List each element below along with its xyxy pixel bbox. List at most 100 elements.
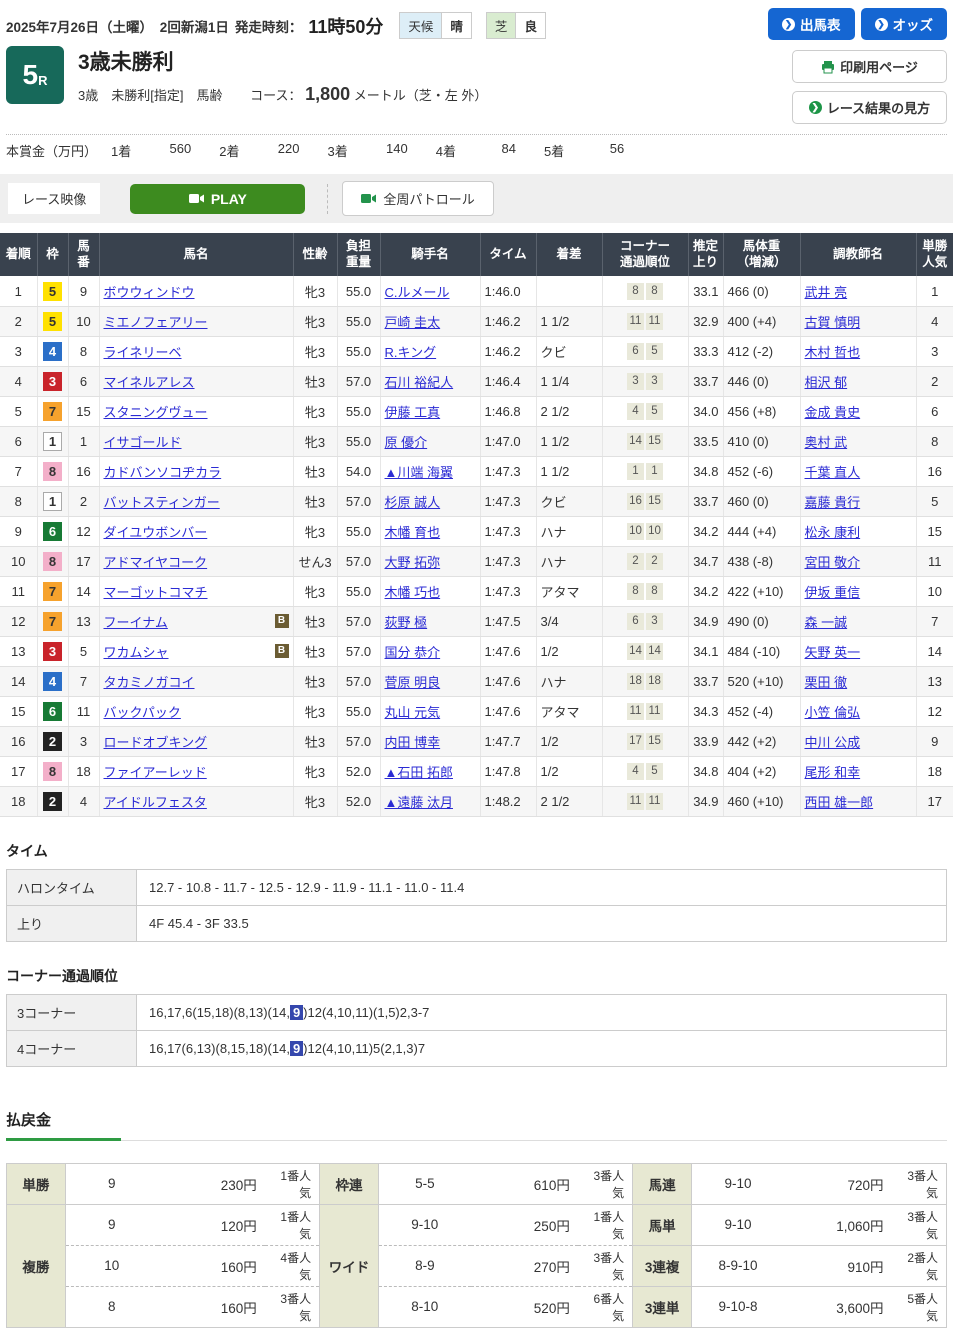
patrol-video-button[interactable]: 全周パトロール <box>342 181 494 216</box>
print-page-button[interactable]: 印刷用ページ <box>792 50 947 83</box>
horse-name-link[interactable]: マーゴットコマチ <box>104 585 208 600</box>
payout-type-label: 単勝 <box>6 1162 66 1205</box>
jockey-link[interactable]: 木幡 巧也 <box>385 585 441 600</box>
column-header: タイム <box>480 233 537 277</box>
trainer-link[interactable]: 金成 貴史 <box>805 405 861 420</box>
play-button[interactable]: PLAY <box>130 183 306 214</box>
jockey-link[interactable]: ▲石田 拓郎 <box>385 765 453 780</box>
trainer-link[interactable]: 宮田 敬介 <box>805 555 861 570</box>
column-header: 枠 <box>37 233 69 277</box>
corner-order: 16,17,6(15,18)(8,13)(14, 9)12(4,10,11)(1,… <box>136 993 947 1031</box>
trainer-link[interactable]: 古賀 慎明 <box>805 315 861 330</box>
frame-cell: 4 <box>37 666 69 697</box>
last-3f-time: 34.1 <box>688 636 724 667</box>
corner4-position: 8 <box>646 583 663 601</box>
column-header: 性齢 <box>293 233 338 277</box>
jockey-link[interactable]: 国分 恭介 <box>385 645 441 660</box>
trainer-link[interactable]: 森 一誠 <box>805 615 848 630</box>
course-distance: 1,800 <box>305 84 351 104</box>
trainer-link[interactable]: 中川 公成 <box>805 735 861 750</box>
horse-name-link[interactable]: ダイユウボンバー <box>104 525 208 540</box>
horse-name-link[interactable]: フーイナム <box>104 615 168 630</box>
horse-weight: 460 (+10) <box>723 786 801 817</box>
trainer-cell: 相沢 郁 <box>800 366 917 397</box>
horse-name-link[interactable]: バットスティンガー <box>104 495 220 510</box>
result-guide-button[interactable]: ❯ レース結果の見方 <box>792 91 947 124</box>
corner4-position: 11 <box>646 793 663 811</box>
win-popularity: 16 <box>916 456 953 487</box>
race-info-block: 5 R 3歳未勝利 3歳 未勝利[指定] 馬齢 コース： 1,800 メートル（… <box>0 40 953 124</box>
prize-amount: 220 <box>277 141 300 156</box>
trainer-link[interactable]: 千葉 直人 <box>805 465 861 480</box>
jockey-cell: ▲石田 拓郎 <box>380 756 481 787</box>
finish-time: 1:47.7 <box>480 726 537 757</box>
carried-weight: 55.0 <box>337 576 381 607</box>
course-detail: メートル（芝・左 外） <box>353 88 488 103</box>
jockey-link[interactable]: ▲川端 海翼 <box>385 465 453 480</box>
trainer-link[interactable]: 小笠 倫弘 <box>805 705 861 720</box>
horse-name-link[interactable]: ミエノフェアリー <box>104 315 208 330</box>
horse-weight: 460 (0) <box>723 486 801 517</box>
last-3f-time: 32.9 <box>688 306 724 337</box>
trainer-link[interactable]: 嘉藤 貴行 <box>805 495 861 510</box>
horse-name-link[interactable]: アイドルフェスタ <box>104 795 207 810</box>
jockey-link[interactable]: 菅原 明良 <box>385 675 441 690</box>
horse-name-link[interactable]: バックパック <box>104 705 181 720</box>
last-3f-time: 34.2 <box>688 576 724 607</box>
jockey-link[interactable]: C.ルメール <box>385 285 450 300</box>
horse-name-link[interactable]: ボウウィンドウ <box>104 285 195 300</box>
payout-popularity: 3番人気 <box>577 1162 634 1205</box>
trainer-cell: 西田 雄一郎 <box>800 786 917 817</box>
jockey-link[interactable]: 伊藤 工真 <box>385 405 441 420</box>
frame-badge: 6 <box>43 701 62 721</box>
trainer-link[interactable]: 木村 哲也 <box>805 345 861 360</box>
horse-name-link[interactable]: ワカムシャ <box>104 645 169 660</box>
jockey-link[interactable]: R.キング <box>385 345 437 360</box>
jockey-cell: 丸山 元気 <box>380 696 481 727</box>
horse-weight: 484 (-10) <box>723 636 801 667</box>
odds-button[interactable]: ❯ オッズ <box>860 8 947 40</box>
trainer-link[interactable]: 奥村 武 <box>805 435 848 450</box>
corner-positions: 14 15 <box>602 426 689 457</box>
last-time-label: 上り <box>6 904 137 942</box>
horse-name-link[interactable]: アドマイヤコーク <box>104 555 208 570</box>
entries-button[interactable]: ❯ 出馬表 <box>768 8 855 40</box>
trainer-link[interactable]: 伊坂 重信 <box>805 585 861 600</box>
prize-place: 2着 <box>219 144 240 159</box>
carried-weight: 55.0 <box>337 516 381 547</box>
horse-name-link[interactable]: ファイアーレッド <box>104 765 207 780</box>
trainer-link[interactable]: 尾形 和幸 <box>805 765 861 780</box>
results-table: 着順枠馬 番馬名 性齢 負担 重量 騎手名 タイム 着差 コーナー 通過順位 推定 上り 馬体重… <box>0 233 953 817</box>
trainer-link[interactable]: 栗田 徹 <box>805 675 848 690</box>
jockey-link[interactable]: 荻野 極 <box>385 615 428 630</box>
table-row: 3 4 8 ライネリーベ 牝3 55.0 R.キング 1:46.2 クビ 6 5 33.3 412 (-… <box>0 336 953 367</box>
jockey-link[interactable]: 戸崎 圭太 <box>385 315 441 330</box>
finish-time: 1:47.6 <box>480 636 537 667</box>
trainer-link[interactable]: 武井 亮 <box>805 285 848 300</box>
horse-name-link[interactable]: スタニングヴュー <box>104 405 208 420</box>
horse-name-link[interactable]: イサゴールド <box>104 435 182 450</box>
payout-combination: 9-10 <box>691 1203 785 1246</box>
trainer-link[interactable]: 相沢 郁 <box>805 375 848 390</box>
jockey-link[interactable]: ▲遠藤 汰月 <box>385 795 453 810</box>
horse-name-link[interactable]: カドバンソコヂカラ <box>104 465 222 480</box>
trainer-link[interactable]: 矢野 英一 <box>805 645 861 660</box>
horse-name-link[interactable]: ロードオブキング <box>104 735 208 750</box>
finish-position: 4 <box>0 366 38 397</box>
trainer-link[interactable]: 西田 雄一郎 <box>805 795 874 810</box>
jockey-link[interactable]: 大野 拓弥 <box>385 555 441 570</box>
jockey-link[interactable]: 石川 裕紀人 <box>385 375 454 390</box>
horse-name-link[interactable]: タカミノガコイ <box>104 675 195 690</box>
horse-number: 18 <box>68 756 100 787</box>
horse-weight: 466 (0) <box>723 276 801 307</box>
jockey-link[interactable]: 木幡 育也 <box>385 525 441 540</box>
jockey-link[interactable]: 丸山 元気 <box>385 705 441 720</box>
horse-name-link[interactable]: ライネリーベ <box>104 345 182 360</box>
jockey-link[interactable]: 原 優介 <box>385 435 428 450</box>
prize-place: 5着 <box>543 144 565 159</box>
jockey-link[interactable]: 内田 博幸 <box>385 735 441 750</box>
sex-age: 牡3 <box>293 486 338 517</box>
horse-name-link[interactable]: マイネルアレス <box>104 375 195 390</box>
jockey-link[interactable]: 杉原 誠人 <box>385 495 441 510</box>
trainer-link[interactable]: 松永 康利 <box>805 525 861 540</box>
